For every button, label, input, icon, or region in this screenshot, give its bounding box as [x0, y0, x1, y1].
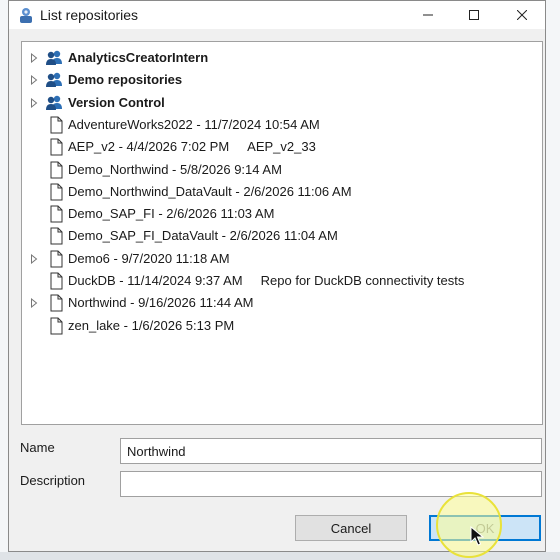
group-folder-icon — [46, 50, 62, 65]
tree-item-label: Demo_Northwind_DataVault - 2/6/2026 11:0… — [68, 183, 352, 199]
document-icon — [50, 205, 63, 223]
document-icon — [50, 272, 63, 290]
cancel-button[interactable]: Cancel — [295, 515, 407, 541]
expand-arrow-icon[interactable] — [30, 53, 38, 63]
document-icon — [50, 116, 63, 134]
tree-item-description: AEP_v2_33 — [247, 139, 316, 155]
tree-item-label: Demo_Northwind - 5/8/2026 9:14 AM — [68, 161, 282, 177]
background-app-right — [545, 0, 560, 560]
tree-item[interactable]: DuckDB - 11/14/2024 9:37 AM Repo for Duck… — [22, 270, 542, 292]
document-icon — [50, 250, 63, 268]
tree-item-label: zen_lake - 1/6/2026 5:13 PM — [68, 317, 235, 333]
document-icon — [50, 161, 63, 178]
tree-item[interactable]: zen_lake - 1/6/2026 5:13 PM — [22, 315, 542, 337]
document-icon — [50, 227, 63, 245]
name-input[interactable] — [120, 438, 542, 464]
tree-item[interactable]: AEP_v2 - 4/4/2026 7:02 PM AEP_v2_33 — [22, 136, 542, 158]
maximize-button[interactable] — [451, 1, 497, 29]
tree-item-label-text: DuckDB - 11/14/2024 9:37 AM — [68, 273, 243, 288]
group-folder-icon — [46, 73, 62, 88]
expand-arrow-icon[interactable] — [30, 253, 38, 264]
tree-item-label: Demo repositories — [68, 72, 183, 88]
tree-item-label: Northwind - 9/16/2026 11:44 AM — [68, 295, 254, 311]
tree-item[interactable]: Demo6 - 9/7/2020 11:18 AM — [22, 248, 542, 270]
group-folder-icon — [46, 95, 62, 110]
minimize-button[interactable] — [405, 1, 451, 29]
tree-item[interactable]: AnalyticsCreatorIntern — [22, 47, 542, 69]
document-icon — [50, 138, 63, 156]
minimize-icon — [423, 14, 433, 16]
ok-button[interactable]: OK — [429, 515, 541, 541]
tree-item[interactable]: Demo_SAP_FI - 2/6/2026 11:03 AM — [22, 203, 542, 225]
cancel-button-label: Cancel — [330, 520, 372, 536]
tree-item[interactable]: Demo_SAP_FI_DataVault - 2/6/2026 11:04 A… — [22, 225, 542, 247]
tree-item-label: DuckDB - 11/14/2024 9:37 AM Repo for Duck… — [68, 273, 464, 288]
mouse-cursor-icon — [470, 526, 484, 546]
document-icon — [50, 183, 63, 201]
maximize-icon — [469, 10, 479, 20]
app-icon — [20, 8, 32, 23]
tree-item[interactable]: Version Control — [22, 92, 542, 114]
expand-arrow-icon[interactable] — [30, 97, 38, 108]
tree-item-label: Demo6 - 9/7/2020 11:18 AM — [68, 250, 230, 266]
close-button[interactable] — [499, 1, 545, 29]
document-icon — [50, 317, 63, 335]
tree-item[interactable]: AdventureWorks2022 - 11/7/2024 10:54 AM — [22, 114, 542, 136]
expand-arrow-icon[interactable] — [30, 298, 38, 309]
description-label: Description — [20, 473, 86, 488]
dialog-title: List repositories — [40, 7, 139, 23]
background-app-bottom — [0, 552, 560, 560]
tree-item[interactable]: Northwind - 9/16/2026 11:44 AM — [22, 292, 542, 314]
close-icon — [517, 10, 527, 20]
name-label: Name — [20, 440, 55, 455]
list-repositories-dialog: List repositories AnalyticsCreatorIntern… — [8, 0, 546, 552]
tree-item[interactable]: Demo_Northwind_DataVault - 2/6/2026 11:0… — [22, 181, 542, 203]
tree-item-label-text: AEP_v2 - 4/4/2026 7:02 PM — [68, 139, 230, 155]
repository-tree[interactable]: AnalyticsCreatorIntern Demo repositories V… — [21, 41, 543, 425]
tree-item-description: Repo for DuckDB connectivity tests — [260, 273, 465, 288]
tree-item[interactable]: Demo_Northwind - 5/8/2026 9:14 AM — [22, 159, 542, 181]
document-icon — [50, 294, 63, 312]
expand-arrow-icon[interactable] — [30, 75, 38, 86]
tree-item-label: Demo_SAP_FI - 2/6/2026 11:03 AM — [68, 206, 275, 222]
tree-item-label: AEP_v2 - 4/4/2026 7:02 PM AEP_v2_33 — [68, 139, 316, 154]
title-bar[interactable]: List repositories — [9, 1, 545, 29]
tree-item-label: Demo_SAP_FI_DataVault - 2/6/2026 11:04 A… — [68, 228, 338, 244]
tree-item-label: AdventureWorks2022 - 11/7/2024 10:54 AM — [68, 116, 320, 132]
description-input[interactable] — [120, 471, 542, 497]
tree-item-label: Version Control — [68, 94, 165, 110]
tree-item[interactable]: Demo repositories — [22, 69, 542, 91]
tree-item-label: AnalyticsCreatorIntern — [68, 50, 209, 65]
